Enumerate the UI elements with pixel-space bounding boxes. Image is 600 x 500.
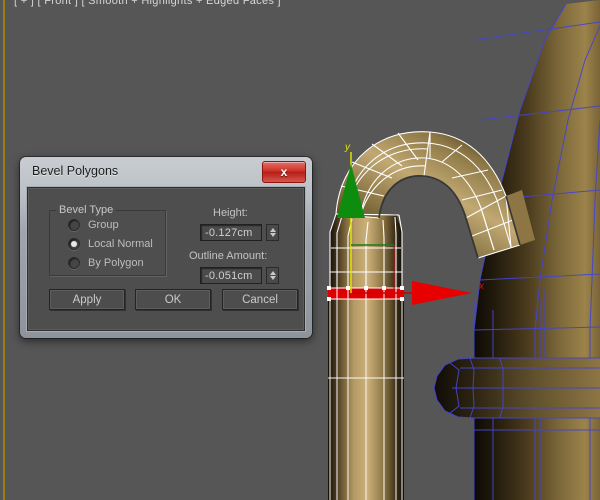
radio-label-group: Group bbox=[88, 219, 119, 231]
dialog-body: Bevel Type Group Local Normal By Polygon… bbox=[27, 187, 305, 331]
bevel-polygons-dialog[interactable]: Bevel Polygons x Bevel Type Group Local … bbox=[20, 157, 312, 338]
close-icon[interactable]: x bbox=[262, 161, 306, 183]
outline-amount-spinner[interactable]: -0.051cm bbox=[200, 267, 279, 284]
ok-button[interactable]: OK bbox=[135, 289, 211, 310]
gizmo-x-label: x bbox=[478, 281, 485, 292]
radio-label-local-normal: Local Normal bbox=[88, 238, 153, 250]
viewport-label[interactable]: [ + ] [ Front ] [ Smooth + Highlights + … bbox=[14, 0, 281, 7]
viewport-active-border bbox=[3, 0, 5, 500]
height-input[interactable]: -0.127cm bbox=[200, 224, 262, 241]
radio-group[interactable]: Group bbox=[68, 219, 119, 231]
spinner-up-icon[interactable] bbox=[269, 271, 276, 275]
height-spinner-arrows[interactable] bbox=[266, 224, 279, 241]
spinner-up-icon[interactable] bbox=[269, 228, 276, 232]
outline-amount-input[interactable]: -0.051cm bbox=[200, 267, 262, 284]
mesh-pipe-shaft bbox=[328, 296, 404, 500]
close-icon-glyph: x bbox=[280, 165, 288, 179]
dialog-title: Bevel Polygons bbox=[32, 164, 119, 178]
radio-indicator-group[interactable] bbox=[68, 219, 80, 231]
height-label: Height: bbox=[213, 207, 248, 219]
spinner-down-icon[interactable] bbox=[269, 276, 276, 280]
outline-amount-spinner-arrows[interactable] bbox=[266, 267, 279, 284]
height-spinner[interactable]: -0.127cm bbox=[200, 224, 279, 241]
radio-local-normal[interactable]: Local Normal bbox=[68, 238, 153, 250]
radio-by-polygon[interactable]: By Polygon bbox=[68, 257, 144, 269]
radio-indicator-local-normal[interactable] bbox=[68, 238, 80, 250]
radio-label-by-polygon: By Polygon bbox=[88, 257, 144, 269]
dialog-titlebar[interactable]: Bevel Polygons x bbox=[22, 159, 310, 185]
bevel-type-legend: Bevel Type bbox=[56, 204, 117, 216]
application-window: y x [ + ] [ Front ] [ Smooth + Highlight… bbox=[0, 0, 600, 500]
radio-indicator-by-polygon[interactable] bbox=[68, 257, 80, 269]
spinner-down-icon[interactable] bbox=[269, 233, 276, 237]
apply-button[interactable]: Apply bbox=[49, 289, 125, 310]
gizmo-y-label: y bbox=[344, 142, 351, 153]
outline-amount-label: Outline Amount: bbox=[189, 250, 268, 262]
cancel-button[interactable]: Cancel bbox=[222, 289, 298, 310]
